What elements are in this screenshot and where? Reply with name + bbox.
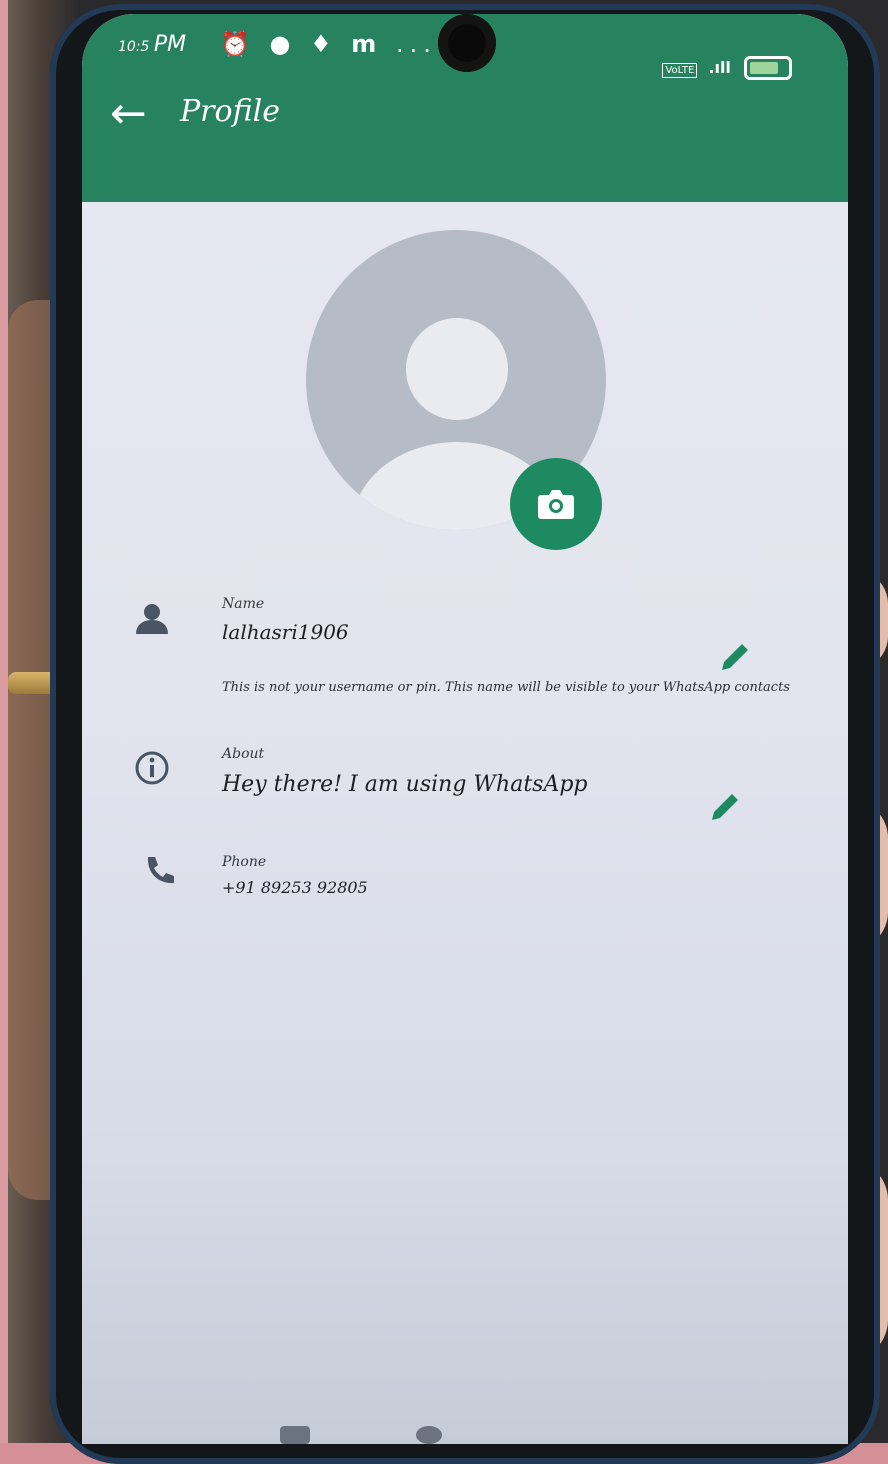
status-time-small: 10:5 <box>118 39 150 55</box>
battery-icon <box>744 56 792 80</box>
page-title: Profile <box>180 94 280 129</box>
edit-name-pencil-icon[interactable] <box>718 640 752 678</box>
info-icon <box>134 750 170 790</box>
avatar-head <box>406 318 508 420</box>
phone-label: Phone <box>222 854 267 870</box>
screen: 10:5 PM ⏰ ● ♦ m ... VoLTE .ıll ← Profile <box>82 14 848 1444</box>
nav-home-button[interactable] <box>416 1426 442 1444</box>
name-row[interactable]: Name lalhasri1906 This is not your usern… <box>82 594 848 714</box>
status-time-ampm: PM <box>153 32 187 57</box>
phone-row[interactable]: Phone +91 89253 92805 <box>82 850 848 920</box>
phone-value: +91 89253 92805 <box>222 878 368 897</box>
more-dots: ... <box>395 30 437 58</box>
nav-recents-button[interactable] <box>280 1426 310 1444</box>
name-label: Name <box>222 596 265 612</box>
status-time: 10:5 PM <box>118 32 186 57</box>
swiggy-icon: ♦ <box>310 30 338 58</box>
camera-icon <box>538 490 574 519</box>
phone-icon <box>142 854 176 892</box>
name-hint: This is not your username or pin. This n… <box>222 680 790 695</box>
front-camera <box>438 14 496 72</box>
status-right: VoLTE .ıll <box>662 56 792 80</box>
person-icon <box>134 602 170 640</box>
notification-icons: ⏰ ● ♦ m ... <box>220 30 437 58</box>
about-row[interactable]: About Hey there! I am using WhatsApp <box>82 744 848 824</box>
volte-icon: VoLTE <box>662 62 698 78</box>
name-value: lalhasri1906 <box>222 620 349 644</box>
signal-icon: .ıll <box>708 57 731 77</box>
m-icon: m <box>351 30 383 58</box>
about-value: Hey there! I am using WhatsApp <box>222 772 588 797</box>
alarm-icon: ⏰ <box>220 30 256 58</box>
back-arrow-icon[interactable]: ← <box>110 92 147 136</box>
edit-about-pencil-icon[interactable] <box>708 790 742 828</box>
change-photo-button[interactable] <box>510 458 602 550</box>
about-label: About <box>222 746 265 762</box>
app-bar: 10:5 PM ⏰ ● ♦ m ... VoLTE .ıll ← Profile <box>82 14 848 202</box>
chat-icon: ● <box>269 30 297 58</box>
